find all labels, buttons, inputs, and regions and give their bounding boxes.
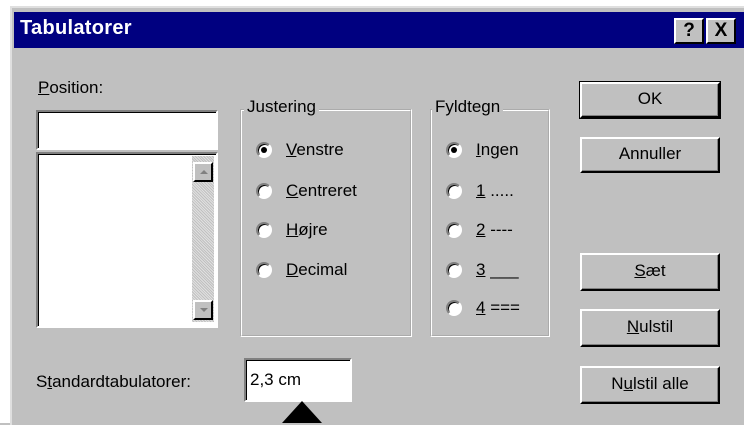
radio-hoejre[interactable] <box>256 222 272 238</box>
label-fill-1[interactable]: 1 ..... <box>476 181 514 201</box>
label-hoejre[interactable]: Højre <box>286 220 328 240</box>
label-venstre[interactable]: Venstre <box>286 140 344 160</box>
clear-button[interactable]: Nulstil <box>580 309 720 347</box>
position-input[interactable] <box>36 110 218 150</box>
standard-tabs-input[interactable]: 2,3 cm <box>244 358 352 402</box>
radio-fill-4[interactable] <box>446 300 462 316</box>
scroll-up-button[interactable] <box>193 162 213 182</box>
radio-fill-3[interactable] <box>446 262 462 278</box>
cancel-button[interactable]: Annuller <box>580 137 720 173</box>
label-fill-3[interactable]: 3 ___ <box>476 260 519 280</box>
justering-legend: Justering <box>244 97 319 117</box>
label-ingen[interactable]: Ingen <box>476 140 519 160</box>
position-label: Position: <box>38 78 104 97</box>
title-bar[interactable]: Tabulatorer ? X <box>14 12 744 48</box>
label-fill-2[interactable]: 2 ---- <box>476 220 513 240</box>
ok-button[interactable]: OK <box>579 81 721 119</box>
position-list[interactable] <box>36 152 218 328</box>
set-button[interactable]: Sæt <box>580 253 720 291</box>
list-scrollbar[interactable] <box>192 156 214 322</box>
radio-fill-2[interactable] <box>446 222 462 238</box>
clear-all-button[interactable]: Nulstil alle <box>580 366 720 404</box>
help-button[interactable]: ? <box>674 18 704 44</box>
close-button[interactable]: X <box>706 18 736 44</box>
window-title: Tabulatorer <box>20 17 132 39</box>
standard-tabs-label: Standardtabulatorer: <box>36 372 192 391</box>
radio-fill-1[interactable] <box>446 183 462 199</box>
radio-venstre[interactable] <box>256 142 272 158</box>
label-fill-4[interactable]: 4 === <box>476 298 520 318</box>
pointer-triangle-icon <box>282 401 322 423</box>
label-decimal[interactable]: Decimal <box>286 260 347 280</box>
scroll-down-arrow-icon <box>200 308 208 312</box>
label-centreret[interactable]: Centreret <box>286 181 357 201</box>
radio-centreret[interactable] <box>256 183 272 199</box>
fyldtegn-legend: Fyldtegn <box>432 97 504 117</box>
scroll-down-button[interactable] <box>193 300 213 320</box>
scroll-up-arrow-icon <box>200 170 208 174</box>
radio-decimal[interactable] <box>256 262 272 278</box>
background-strip-left <box>0 0 10 423</box>
radio-ingen[interactable] <box>446 142 462 158</box>
